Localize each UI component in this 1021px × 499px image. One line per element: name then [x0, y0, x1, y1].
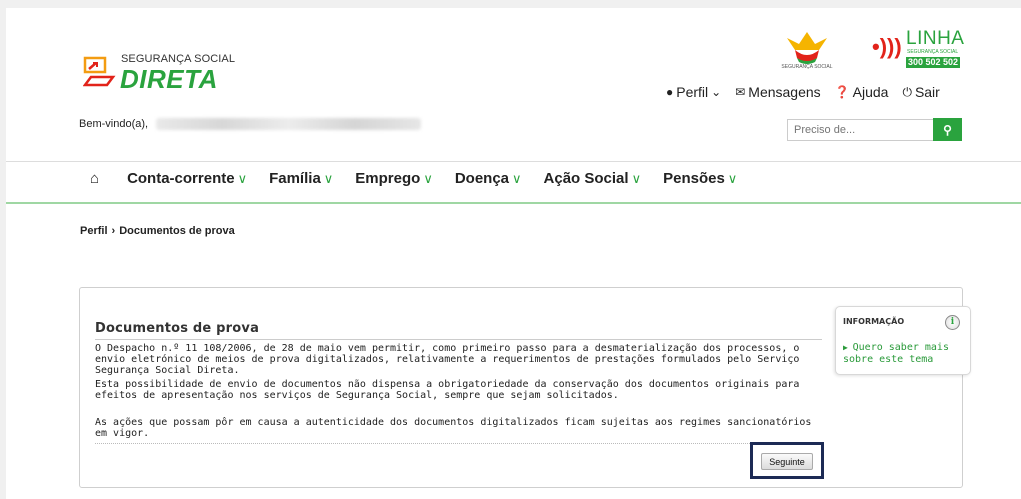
paragraph-1: O Despacho n.º 11 108/2006, de 28 de mai… [95, 343, 800, 376]
mensagens-link[interactable]: ✉ Mensagens [735, 84, 820, 100]
next-button-highlight: Seguinte [750, 442, 824, 479]
info-icon[interactable]: i [945, 315, 960, 330]
logo-mark-icon [83, 56, 116, 87]
linha-number: 300 502 502 [906, 57, 961, 68]
ajuda-link[interactable]: ❓ Ajuda [835, 84, 889, 100]
logo-big-text: DIRETA [120, 64, 218, 94]
menu-acao-social[interactable]: Ação Social ∨ [544, 170, 642, 187]
menu-label: Conta-corrente [127, 170, 235, 187]
sair-link[interactable]: ⏻ Sair [902, 84, 939, 100]
main-nav: ⌂ Conta-corrente ∨ Família ∨ Emprego ∨ Doen… [90, 170, 737, 187]
menu-label: Ação Social [543, 170, 629, 187]
ajuda-label: Ajuda [852, 84, 889, 100]
menu-label: Família [269, 170, 321, 187]
chevron-down-icon: ∨ [323, 171, 334, 186]
page-title: Documentos de prova [95, 321, 260, 336]
triangle-right-icon: ▶ [843, 343, 853, 352]
paragraph-3: As ações que possam pôr em causa a auten… [95, 417, 812, 439]
blurred-username [156, 118, 421, 130]
envelope-icon: ✉ [735, 85, 746, 99]
home-icon[interactable]: ⌂ [90, 170, 99, 187]
next-button[interactable]: Seguinte [761, 453, 813, 470]
learn-more-link[interactable]: ▶ Quero saber mais sobre este tema [843, 342, 963, 366]
documents-panel: Documentos de prova O Despacho n.º 11 10… [79, 287, 963, 488]
linha-seguranca-social-logo: •))) LINHA SEGURANÇA SOCIAL 300 502 502 [872, 28, 965, 72]
search-input[interactable] [787, 119, 934, 141]
page: SEGURANÇA SOCIAL DIRETA SEGURANÇA SOCIAL… [6, 8, 1021, 499]
breadcrumb: Perfil › Documentos de prova [80, 225, 235, 237]
linha-subtitle: SEGURANÇA SOCIAL [907, 49, 959, 55]
menu-emprego[interactable]: Emprego ∨ [355, 170, 433, 187]
chevron-down-icon: ⌄ [711, 85, 722, 99]
ss-emblem-caption: SEGURANÇA SOCIAL [781, 64, 833, 70]
help-icon: ❓ [834, 85, 850, 99]
perfil-menu[interactable]: ● Perfil ⌄ [666, 84, 721, 100]
mensagens-label: Mensagens [748, 84, 821, 100]
top-nav: ● Perfil ⌄ ✉ Mensagens ❓ Ajuda ⏻ Sair [666, 84, 940, 100]
phone-waves-icon: •))) [872, 34, 902, 59]
info-box: INFORMAÇÃO i ▶ Quero saber mais sobre es… [835, 306, 971, 375]
breadcrumb-perfil[interactable]: Perfil [80, 225, 108, 237]
chevron-down-icon: ∨ [237, 171, 248, 186]
search-icon: ⚲ [943, 122, 952, 137]
chevron-down-icon: ∨ [512, 171, 522, 186]
user-icon: ● [666, 85, 674, 99]
chevron-down-icon: ∨ [423, 171, 433, 186]
menu-doenca[interactable]: Doença ∨ [455, 170, 522, 187]
menu-conta-corrente[interactable]: Conta-corrente ∨ [127, 170, 247, 187]
divider [6, 161, 1021, 162]
power-icon: ⏻ [902, 84, 912, 99]
menu-familia[interactable]: Família ∨ [269, 170, 333, 187]
menu-label: Pensões [663, 170, 725, 187]
dotted-divider [95, 443, 822, 444]
linha-title: LINHA [906, 28, 965, 49]
info-title: INFORMAÇÃO [843, 317, 905, 326]
welcome-text: Bem-vindo(a), [79, 118, 149, 130]
chevron-down-icon: ∨ [631, 171, 642, 186]
search-button[interactable]: ⚲ [933, 118, 962, 141]
paragraph-2: Esta possibilidade de envio de documento… [95, 379, 800, 401]
sair-label: Sair [914, 84, 940, 100]
nav-underline [6, 202, 1021, 204]
menu-pensoes[interactable]: Pensões ∨ [663, 170, 737, 187]
breadcrumb-separator: › [111, 225, 116, 237]
learn-more-label: Quero saber mais sobre este tema [843, 342, 949, 365]
perfil-label: Perfil [676, 84, 709, 100]
breadcrumb-current: Documentos de prova [119, 225, 235, 237]
menu-label: Doença [454, 170, 510, 187]
title-divider [95, 339, 822, 340]
menu-label: Emprego [355, 170, 421, 187]
chevron-down-icon: ∨ [727, 171, 738, 186]
